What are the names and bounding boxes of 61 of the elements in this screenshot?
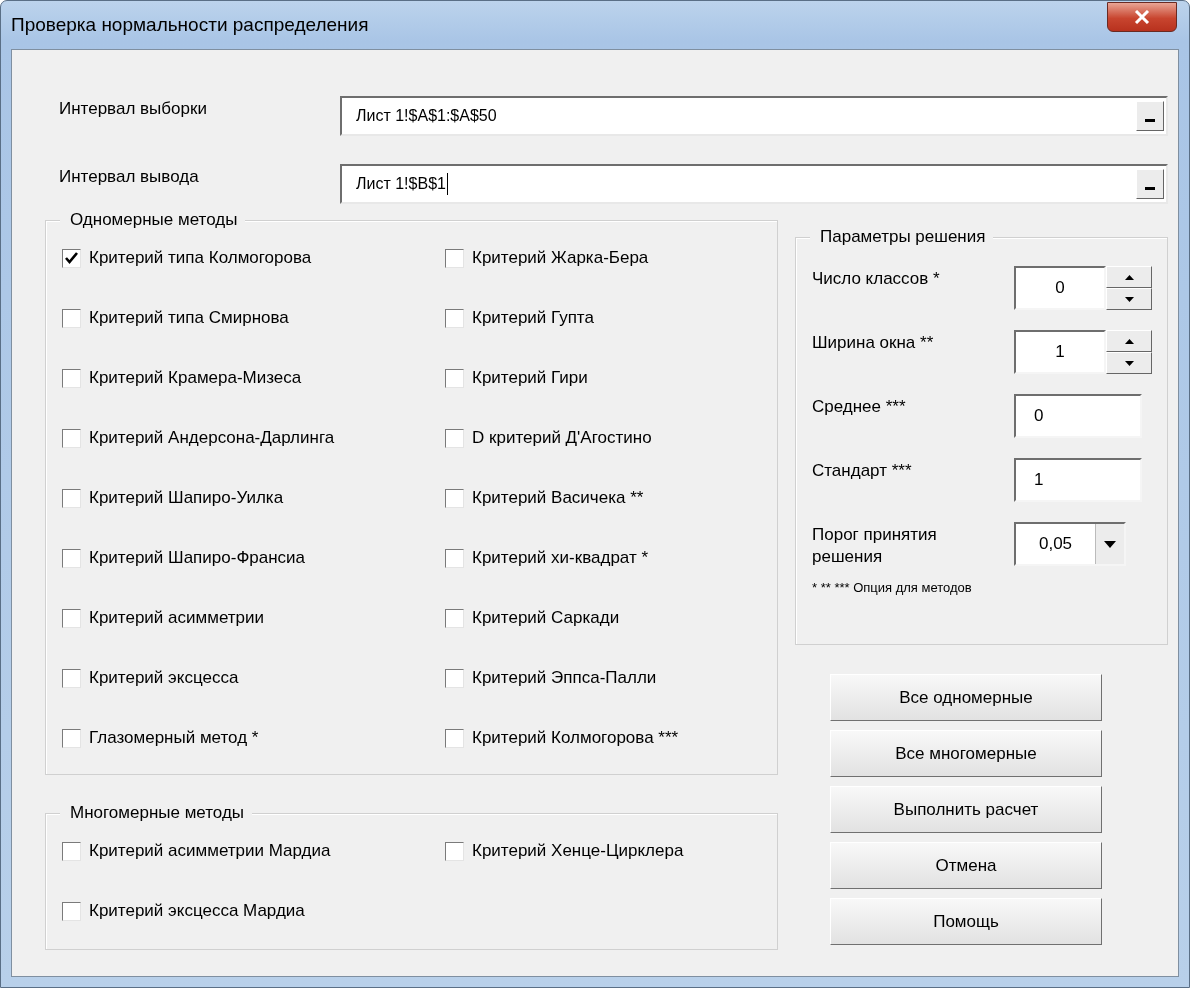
parameter-label: Стандарт *** — [812, 460, 913, 482]
dropdown[interactable]: 0,05 — [1014, 522, 1126, 566]
window-title: Проверка нормальности распределения — [11, 14, 369, 36]
checkbox[interactable]: Критерий Васичека ** — [445, 485, 777, 511]
up-arrow-icon — [1124, 274, 1134, 280]
up-arrow-icon — [1124, 338, 1134, 344]
underscore-icon — [1145, 119, 1155, 123]
field-label: Интервал вывода — [58, 167, 200, 187]
number-field[interactable]: 0 — [1014, 266, 1106, 310]
spin-down-button[interactable] — [1106, 288, 1152, 310]
checkbox[interactable]: Критерий Жарка-Бера — [445, 245, 777, 271]
checkbox[interactable]: Критерий Колмогорова *** — [445, 725, 777, 751]
action-button[interactable]: Все многомерные — [830, 730, 1102, 777]
parameter-label: Порог принятия решения — [812, 524, 938, 568]
checkbox[interactable]: Критерий Хенце-Цирклера — [445, 838, 777, 864]
checkbox[interactable]: Глазомерный метод * — [62, 725, 445, 751]
footnote: * ** *** Опция для методов — [812, 580, 973, 595]
checkbox[interactable]: Критерий эксцесса — [62, 665, 445, 691]
checkbox[interactable]: Критерий Гири — [445, 365, 777, 391]
underscore-icon — [1145, 187, 1155, 191]
action-button[interactable]: Помощь — [830, 898, 1102, 945]
checkbox[interactable]: Критерий типа Колмогорова — [62, 245, 445, 271]
dropdown-arrow-icon — [1104, 540, 1116, 548]
text-field[interactable]: 0 — [1014, 394, 1142, 438]
down-arrow-icon — [1124, 360, 1134, 366]
action-button[interactable]: Все одномерные — [830, 674, 1102, 721]
group-title: Одномерные методы — [60, 210, 246, 230]
field-label: Интервал выборки — [58, 99, 208, 119]
check-icon — [65, 252, 78, 264]
spin-up-button[interactable] — [1106, 266, 1152, 288]
parameter-label: Число классов * — [812, 268, 941, 290]
checkbox[interactable]: Критерий Эппса-Палли — [445, 665, 777, 691]
action-button[interactable]: Выполнить расчет — [830, 786, 1102, 833]
number-field[interactable]: 1 — [1014, 330, 1106, 374]
spin-down-button[interactable] — [1106, 352, 1152, 374]
checkbox[interactable]: Критерий Шапиро-Уилка — [62, 485, 445, 511]
down-arrow-icon — [1124, 296, 1134, 302]
range-field[interactable]: Лист 1!$A$1:$A$50 — [340, 96, 1168, 136]
checkbox[interactable]: Критерий Шапиро-Франсиа — [62, 545, 445, 571]
close-button[interactable] — [1107, 2, 1177, 32]
checkbox[interactable]: D критерий Д'Агостино — [445, 425, 777, 451]
checkbox[interactable]: Критерий хи-квадрат * — [445, 545, 777, 571]
close-icon — [1134, 10, 1150, 24]
group-title: Параметры решения — [810, 227, 994, 247]
range-field[interactable]: Лист 1!$B$1 — [340, 164, 1168, 204]
collapse-button[interactable] — [1136, 169, 1164, 199]
action-button[interactable]: Отмена — [830, 842, 1102, 889]
checkbox[interactable]: Критерий асимметрии Мардиа — [62, 838, 445, 864]
spin-up-button[interactable] — [1106, 330, 1152, 352]
parameter-label: Среднее *** — [812, 396, 907, 418]
collapse-button[interactable] — [1136, 101, 1164, 131]
checkbox[interactable]: Критерий эксцесса Мардиа — [62, 898, 445, 924]
checkbox[interactable]: Критерий Гупта — [445, 305, 777, 331]
checkbox[interactable]: Критерий Крамера-Мизеса — [62, 365, 445, 391]
checkbox[interactable]: Критерий типа Смирнова — [62, 305, 445, 331]
parameter-label: Ширина окна ** — [812, 332, 935, 354]
checkbox[interactable]: Критерий Андерсона-Дарлинга — [62, 425, 445, 451]
checkbox[interactable]: Критерий Саркади — [445, 605, 777, 631]
text-field[interactable]: 1 — [1014, 458, 1142, 502]
group-title: Многомерные методы — [60, 803, 253, 823]
checkbox[interactable]: Критерий асимметрии — [62, 605, 445, 631]
